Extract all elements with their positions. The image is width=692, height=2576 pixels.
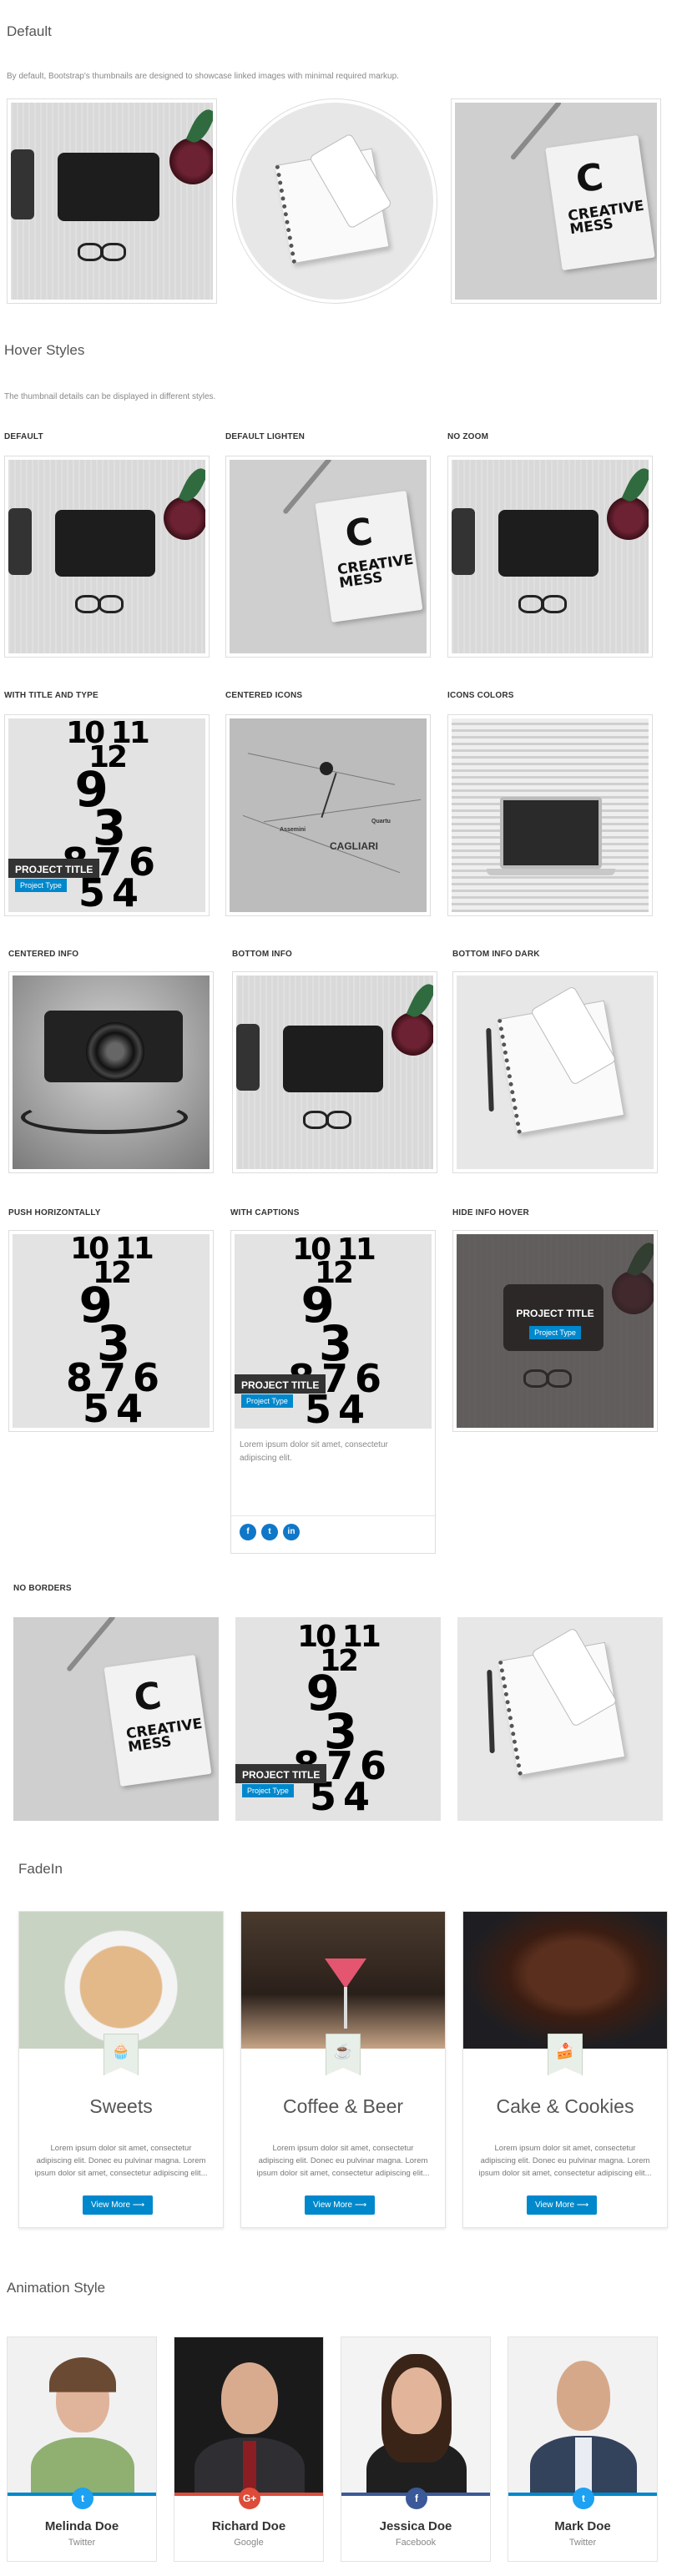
card-text: Lorem ipsum dolor sit amet, consectetur …: [34, 2144, 208, 2179]
team-photo: [8, 2337, 156, 2496]
label-no-zoom: NO ZOOM: [447, 432, 489, 441]
project-type-badge: Project Type: [241, 1394, 293, 1408]
thumbnail-no-borders-clock[interactable]: 10 11 12 9 38 7 6 5 4 PROJECT TITLE Proje…: [235, 1617, 441, 1821]
view-more-button[interactable]: View More ⟶: [83, 2195, 154, 2215]
thumbnail-hide-info-hover[interactable]: PROJECT TITLE Project Type: [452, 1230, 658, 1432]
google-plus-icon[interactable]: G+: [239, 2488, 260, 2509]
section-title-default: Default: [7, 23, 52, 39]
linkedin-icon[interactable]: in: [283, 1524, 300, 1540]
thumbnail-default[interactable]: [4, 456, 210, 658]
team-card-mark[interactable]: t Mark Doe Twitter: [508, 2337, 658, 2562]
project-type-badge: Project Type: [15, 879, 67, 892]
label-icons-colors: ICONS COLORS: [447, 691, 514, 700]
label-default-lighten: DEFAULT LIGHTEN: [225, 432, 306, 441]
thumbnail-push-horizontally[interactable]: 10 11 12 9 38 7 6 5 4: [8, 1230, 214, 1432]
label-no-borders: NO BORDERS: [13, 1584, 72, 1593]
label-push-horizontally: PUSH HORIZONTALLY: [8, 1208, 101, 1217]
team-role: Twitter: [68, 2538, 96, 2548]
cake-image: [463, 1912, 667, 2049]
fade-card-cake-cookies[interactable]: 🍰 Cake & Cookies Lorem ipsum dolor sit a…: [462, 1911, 668, 2228]
team-role: Google: [234, 2538, 264, 2548]
twitter-icon[interactable]: t: [72, 2488, 93, 2509]
thumbnail-default-lighten[interactable]: C CREATIVE MESS: [225, 456, 431, 658]
cupcake-icon: 🧁: [104, 2034, 139, 2075]
project-title: PROJECT TITLE: [8, 859, 100, 878]
thumbnail-circle-notebook[interactable]: [232, 98, 437, 304]
label-centered-info: CENTERED INFO: [8, 950, 79, 959]
team-card-richard[interactable]: G+ Richard Doe Google: [174, 2337, 324, 2562]
thumbnail-no-borders-notebook[interactable]: [457, 1617, 663, 1821]
thumbnail-bottom-info[interactable]: [232, 971, 437, 1173]
team-photo: [341, 2337, 490, 2496]
team-name: Richard Doe: [211, 2519, 286, 2533]
team-name: Jessica Doe: [379, 2519, 452, 2533]
section-title-animation: Animation Style: [7, 2280, 106, 2296]
thumbnail-no-zoom[interactable]: [447, 456, 653, 658]
section-title-hover: Hover Styles: [4, 342, 85, 358]
project-title: PROJECT TITLE: [235, 1764, 327, 1783]
thumbnail-creative-mess[interactable]: C CREATIVE MESS: [451, 98, 661, 304]
coffee-icon: ☕: [326, 2034, 361, 2075]
team-role: Twitter: [568, 2538, 597, 2548]
label-with-captions: WITH CAPTIONS: [230, 1208, 300, 1217]
project-type-badge: Project Type: [242, 1784, 294, 1797]
label-bottom-info: BOTTOM INFO: [232, 950, 293, 959]
twitter-icon[interactable]: t: [573, 2488, 594, 2509]
card-text: Lorem ipsum dolor sit amet, consectetur …: [256, 2144, 430, 2179]
caption-box: Lorem ipsum dolor sit amet, consectetur …: [230, 1432, 436, 1554]
fade-card-sweets[interactable]: 🧁 Sweets Lorem ipsum dolor sit amet, con…: [18, 1911, 224, 2228]
facebook-icon[interactable]: f: [406, 2488, 427, 2509]
label-default: DEFAULT: [4, 432, 43, 441]
team-card-jessica[interactable]: f Jessica Doe Facebook: [341, 2337, 491, 2562]
card-title: Cake & Cookies: [496, 2095, 634, 2117]
section-description-default: By default, Bootstrap's thumbnails are d…: [7, 72, 399, 81]
caption-text: Lorem ipsum dolor sit amet, consectetur …: [240, 1440, 388, 1463]
cake-icon: 🍰: [548, 2034, 583, 2075]
label-centered-icons: CENTERED ICONS: [225, 691, 303, 700]
team-role: Facebook: [395, 2538, 437, 2548]
team-photo: [174, 2337, 323, 2496]
facebook-icon[interactable]: f: [240, 1524, 256, 1540]
section-description-hover: The thumbnail details can be displayed i…: [4, 392, 216, 401]
cocktail-image: [241, 1912, 445, 2049]
thumbnail-with-title-and-type[interactable]: 10 11 12 9 38 7 6 5 4 PROJECT TITLE Proje…: [4, 714, 210, 916]
thumbnail-bottom-info-dark[interactable]: [452, 971, 658, 1173]
view-more-button[interactable]: View More ⟶: [305, 2195, 376, 2215]
section-title-fadein: FadeIn: [18, 1861, 63, 1877]
project-title: PROJECT TITLE: [516, 1308, 594, 1319]
card-title: Coffee & Beer: [282, 2095, 404, 2117]
team-photo: [508, 2337, 657, 2496]
thumbnail-centered-icons[interactable]: CAGLIARI Quartu Assemini: [225, 714, 431, 916]
team-name: Melinda Doe: [44, 2519, 119, 2533]
team-card-melinda[interactable]: t Melinda Doe Twitter: [7, 2337, 157, 2562]
fade-card-coffee-beer[interactable]: ☕ Coffee & Beer Lorem ipsum dolor sit am…: [240, 1911, 446, 2228]
sweets-image: [19, 1912, 223, 2049]
view-more-button[interactable]: View More ⟶: [527, 2195, 598, 2215]
team-name: Mark Doe: [554, 2519, 611, 2533]
project-title: PROJECT TITLE: [235, 1374, 326, 1394]
thumbnail-with-captions[interactable]: 10 11 12 9 38 7 6 5 4 PROJECT TITLE Proje…: [230, 1230, 436, 1432]
thumbnail-centered-info[interactable]: [8, 971, 214, 1173]
twitter-icon[interactable]: t: [261, 1524, 278, 1540]
label-with-title-and-type: WITH TITLE AND TYPE: [4, 691, 98, 700]
card-text: Lorem ipsum dolor sit amet, consectetur …: [478, 2144, 652, 2179]
label-hide-info-hover: HIDE INFO HOVER: [452, 1208, 529, 1217]
thumbnail-desk-1[interactable]: [7, 98, 217, 304]
card-title: Sweets: [89, 2095, 153, 2117]
project-type-badge: Project Type: [529, 1326, 581, 1339]
thumbnail-no-borders-creative-mess[interactable]: C CREATIVE MESS: [13, 1617, 219, 1821]
thumbnail-icons-colors[interactable]: [447, 714, 653, 916]
label-bottom-info-dark: BOTTOM INFO DARK: [452, 950, 540, 959]
